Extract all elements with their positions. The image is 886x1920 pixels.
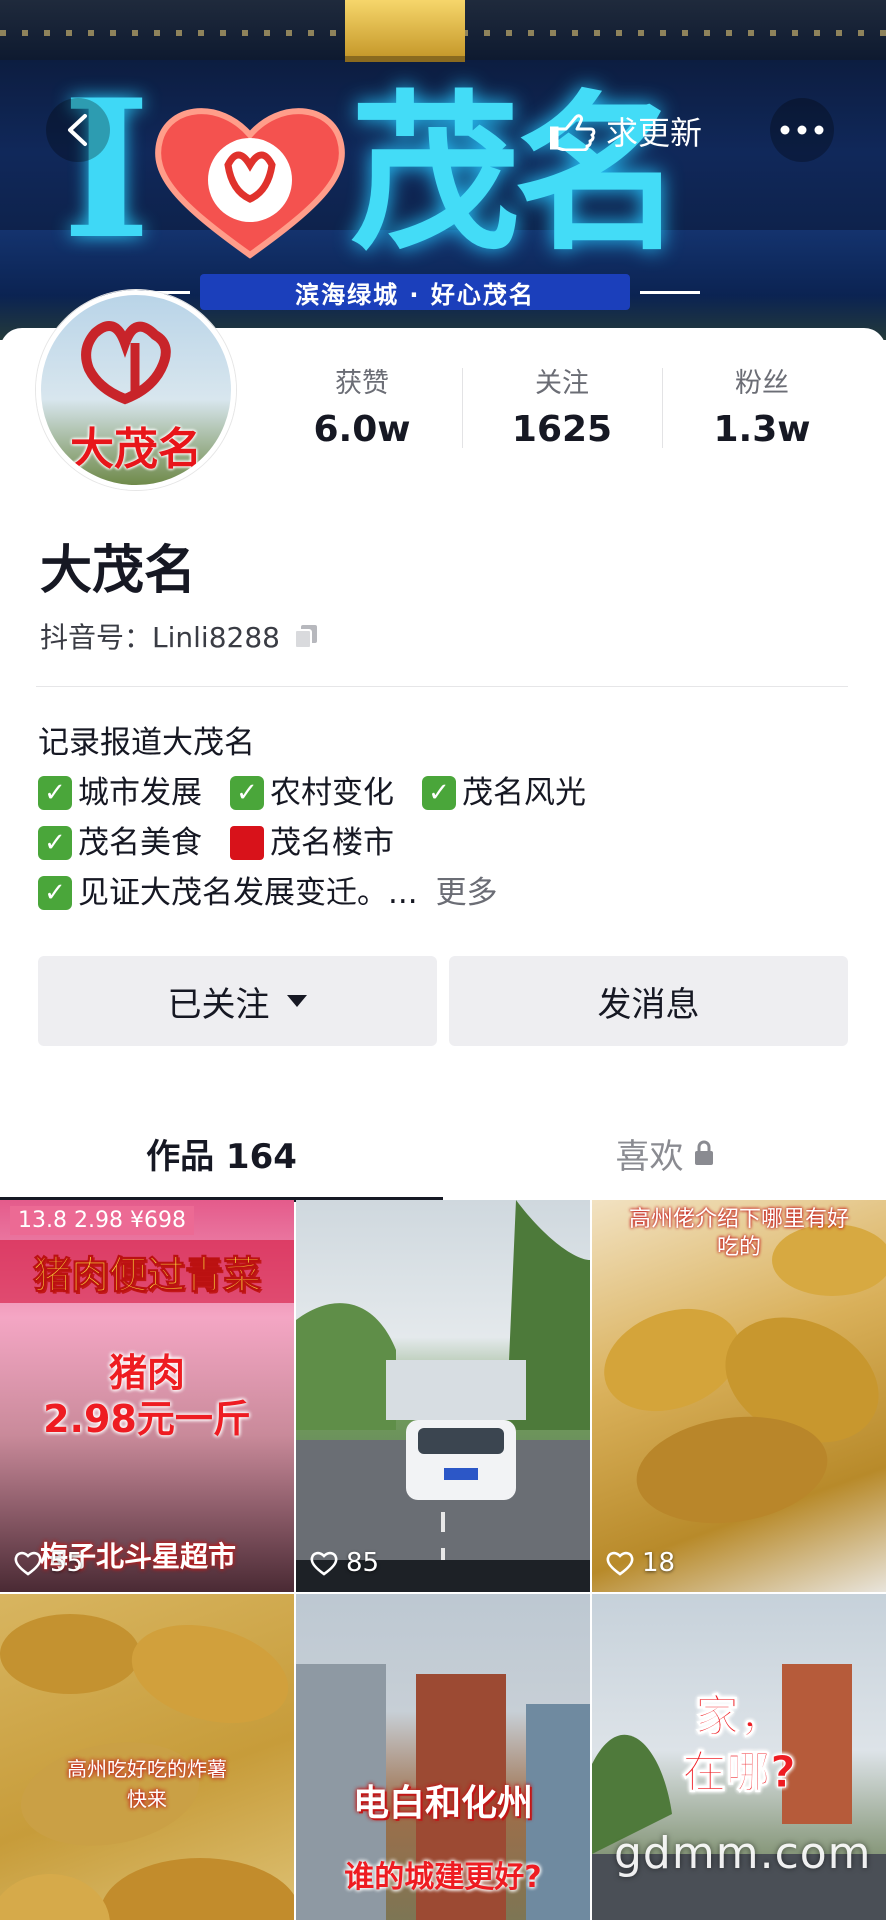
content-tabs: 作品 164 喜欢 bbox=[0, 1110, 886, 1202]
request-update-button[interactable]: 求更新 bbox=[540, 104, 712, 158]
video-tile[interactable]: 85 bbox=[296, 1200, 590, 1592]
stat-value: 1625 bbox=[511, 409, 613, 450]
video-caption-mid: 猪肉 2.98元一斤 bbox=[43, 1351, 251, 1441]
stat-value: 6.0w bbox=[313, 409, 411, 450]
video-tile[interactable]: 高州吃好吃的炸薯 快来 bbox=[0, 1594, 294, 1920]
price-tag-strip: 13.8 2.98 ¥698 bbox=[10, 1206, 194, 1235]
video-tile[interactable]: 13.8 2.98 ¥698 猪肉便过青菜 猪肉 2.98元一斤 梅子北斗星超市… bbox=[0, 1200, 294, 1592]
sign-heart-icon bbox=[150, 95, 350, 265]
divider bbox=[36, 686, 848, 687]
bio-tags-row: ✓ 茂名美食 茂名楼市 bbox=[38, 818, 858, 868]
cover-banner: I 茂名 滨海绿城 · 好心茂名 求更新 bbox=[0, 0, 886, 340]
chevron-left-icon bbox=[68, 114, 87, 146]
video-caption-mid: 高州吃好吃的炸薯 快来 bbox=[67, 1757, 227, 1811]
profile-name: 大茂名 bbox=[40, 541, 197, 601]
tab-works-label: 作品 164 bbox=[146, 1136, 297, 1177]
bio-line: 记录报道大茂名 bbox=[38, 725, 255, 761]
copy-icon[interactable] bbox=[292, 622, 320, 650]
account-row: 抖音号：Linli8288 bbox=[40, 616, 320, 656]
stat-label: 关注 bbox=[535, 368, 589, 399]
stat-following[interactable]: 关注 1625 bbox=[462, 360, 662, 460]
bio-tags-row: ✓ 城市发展 ✓ 农村变化 ✓ 茂名风光 bbox=[38, 768, 858, 818]
profile-stats: 获赞 6.0w 关注 1625 粉丝 1.3w bbox=[262, 360, 862, 460]
video-tile[interactable]: 电白和化州 谁的城建更好? bbox=[296, 1594, 590, 1920]
tab-likes-label: 喜欢 bbox=[615, 1136, 684, 1177]
bio-more-link[interactable]: 更多 bbox=[436, 868, 498, 918]
stat-label: 粉丝 bbox=[735, 368, 789, 399]
profile-actions: 已关注 发消息 bbox=[38, 956, 848, 1046]
followed-button[interactable]: 已关注 bbox=[38, 956, 437, 1046]
heart-outline-icon bbox=[310, 1551, 338, 1576]
send-message-label: 发消息 bbox=[597, 984, 700, 1025]
bio: 记录报道大茂名 ✓ 城市发展 ✓ 农村变化 ✓ 茂名风光 ✓ 茂名美食 茂名楼市 ✓ 见证… bbox=[38, 718, 858, 918]
account-label: 抖音号：Linli8288 bbox=[40, 621, 280, 654]
stat-value: 1.3w bbox=[713, 409, 811, 450]
street-scene-image bbox=[296, 1200, 590, 1592]
heart-outline-icon bbox=[14, 1551, 42, 1576]
avatar-logo-icon bbox=[81, 321, 171, 405]
lock-icon bbox=[694, 1140, 713, 1165]
video-caption-top: 高州佬介绍下哪里有好吃的 bbox=[628, 1207, 849, 1260]
back-button[interactable] bbox=[46, 98, 110, 162]
pointing-hand-icon bbox=[550, 114, 596, 151]
video-tile[interactable]: 高州佬介绍下哪里有好吃的 18 bbox=[592, 1200, 886, 1592]
avatar-text: 大茂名 bbox=[70, 424, 202, 475]
cover-monument bbox=[345, 0, 465, 62]
send-message-button[interactable]: 发消息 bbox=[449, 956, 848, 1046]
video-caption-bottom: 谁的城建更好? bbox=[344, 1860, 542, 1895]
check-mark-icon: ✓ bbox=[230, 776, 264, 810]
followed-label: 已关注 bbox=[167, 984, 270, 1025]
check-mark-icon: ✓ bbox=[38, 776, 72, 810]
video-caption-mid: 家， 在哪? bbox=[682, 1691, 797, 1799]
video-likes: 18 bbox=[606, 1548, 675, 1578]
caret-down-icon bbox=[286, 995, 307, 1007]
sign-slogan: 滨海绿城 · 好心茂名 bbox=[130, 274, 700, 310]
bio-line: ✓ 见证大茂名发展变迁。... 更多 bbox=[38, 868, 858, 918]
check-mark-icon: ✓ bbox=[38, 876, 72, 910]
video-caption-top: 猪肉便过青菜 bbox=[0, 1240, 294, 1303]
heart-outline-icon bbox=[606, 1551, 634, 1576]
stat-likes[interactable]: 获赞 6.0w bbox=[262, 360, 462, 460]
check-mark-icon: ✓ bbox=[38, 826, 72, 860]
check-mark-icon: ✓ bbox=[422, 776, 456, 810]
stat-label: 获赞 bbox=[335, 368, 389, 399]
tab-likes[interactable]: 喜欢 bbox=[443, 1110, 886, 1196]
video-grid: 13.8 2.98 ¥698 猪肉便过青菜 猪肉 2.98元一斤 梅子北斗星超市… bbox=[0, 1200, 886, 1920]
tab-works[interactable]: 作品 164 bbox=[0, 1110, 443, 1202]
video-caption-mid: 电白和化州 bbox=[352, 1783, 533, 1824]
avatar[interactable]: 大茂名 bbox=[36, 290, 236, 490]
stat-followers[interactable]: 粉丝 1.3w bbox=[662, 360, 862, 460]
watermark: gdmm.com bbox=[614, 1828, 872, 1879]
more-options-button[interactable] bbox=[770, 98, 834, 162]
more-dots-icon bbox=[780, 125, 824, 135]
request-update-label: 求更新 bbox=[606, 114, 703, 152]
video-likes: 55 bbox=[14, 1548, 83, 1578]
account-id: Linli8288 bbox=[152, 621, 280, 654]
video-likes: 85 bbox=[310, 1548, 379, 1578]
red-square-icon bbox=[230, 826, 264, 860]
